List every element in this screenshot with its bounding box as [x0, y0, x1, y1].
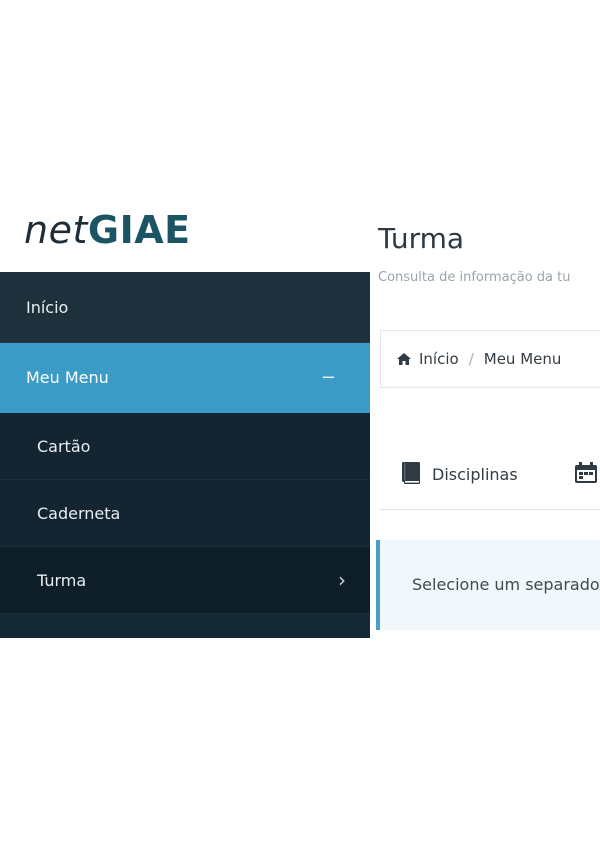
page-subtitle: Consulta de informação da tu [378, 270, 571, 285]
sidebar: Início Meu Menu − Cartão Caderneta Turma… [0, 272, 370, 638]
breadcrumb-item-meu-menu[interactable]: Meu Menu [484, 350, 562, 368]
collapse-icon[interactable]: − [321, 343, 336, 413]
book-icon [402, 462, 420, 484]
sidebar-item-cartao[interactable]: Cartão [0, 413, 370, 480]
info-alert: Selecione um separador [376, 540, 600, 630]
sidebar-item-label: Meu Menu [26, 368, 109, 387]
sidebar-item-meu-menu[interactable]: Meu Menu − [0, 343, 370, 413]
app-logo[interactable]: netGIAE [24, 206, 191, 254]
breadcrumb-item-inicio[interactable]: Início [419, 350, 459, 368]
sidebar-item-inicio[interactable]: Início [0, 272, 370, 343]
sidebar-item-label: Início [26, 298, 69, 317]
home-icon [397, 353, 411, 365]
page-title: Turma [378, 222, 465, 255]
breadcrumb-separator: / [468, 350, 474, 368]
sidebar-item-caderneta[interactable]: Caderneta [0, 480, 370, 547]
sidebar-item-label: Turma [37, 571, 87, 590]
tab-disciplinas[interactable]: Disciplinas [400, 461, 518, 489]
calendar-icon [575, 462, 597, 483]
logo-prefix: net [24, 208, 88, 252]
sidebar-item-turma[interactable]: Turma › [0, 547, 370, 614]
tab-bar: Disciplinas [380, 445, 600, 510]
tab-calendario[interactable] [574, 461, 598, 489]
chevron-right-icon: › [338, 568, 346, 592]
sidebar-item-partial[interactable] [0, 614, 370, 638]
tab-label: Disciplinas [432, 465, 518, 484]
sidebar-item-label: Caderneta [37, 504, 121, 523]
alert-text: Selecione um separador [412, 575, 600, 594]
logo-brand: GIAE [87, 208, 191, 252]
sidebar-item-label: Cartão [37, 437, 91, 456]
breadcrumb: Início / Meu Menu [380, 330, 600, 388]
